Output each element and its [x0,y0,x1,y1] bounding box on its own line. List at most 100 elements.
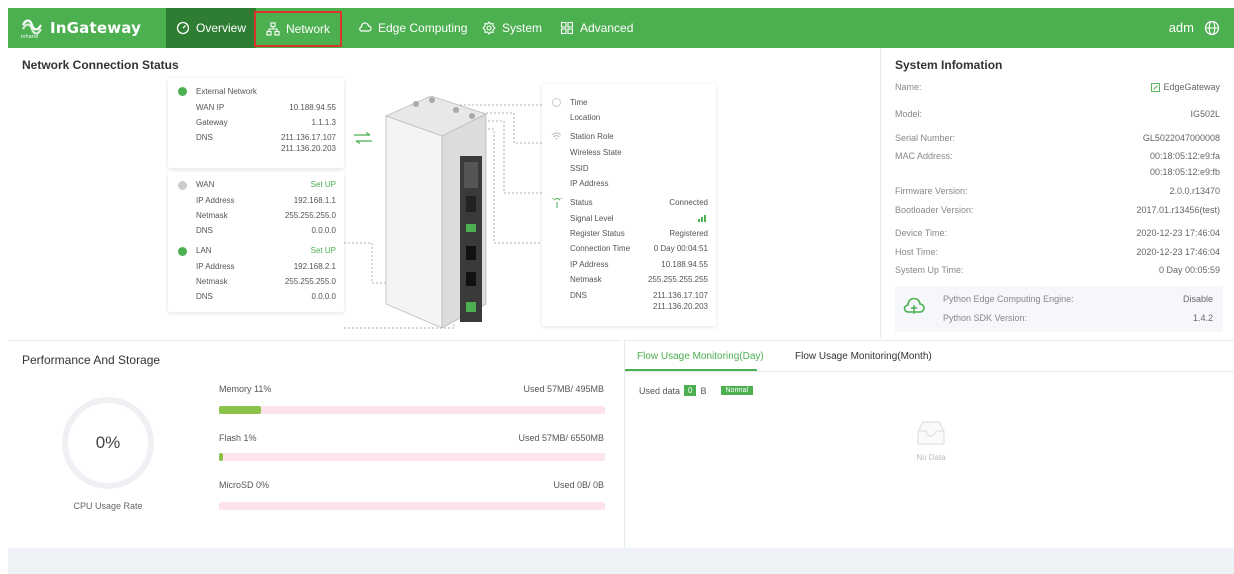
nav-overview[interactable]: Overview [166,8,257,48]
firmware-version-value: 2.0.0.r13470 [1169,186,1220,196]
nav-overview-label: Overview [196,21,247,35]
register-status-value: Registered [669,229,708,238]
user-menu[interactable]: adm [1169,20,1194,35]
nav-edge-computing[interactable]: Edge Computing [348,8,477,48]
flash-label: Flash 1% [219,433,257,443]
lan-netmask-value: 255.255.255.0 [284,277,336,286]
connection-time-label: Connection Time [570,244,631,253]
network-status-title: Network Connection Status [22,58,179,72]
wan-netmask-value: 255.255.255.0 [284,211,336,220]
mac-address-label: MAC Address: [895,151,953,161]
lan-icon [178,247,187,256]
mac-address-value-2: 00:18:05:12:e9:fb [1149,167,1220,177]
flash-bar [219,453,605,461]
cell-dns-label: DNS [570,291,587,300]
edit-icon [1151,82,1161,92]
nav-system-label: System [502,21,543,35]
used-data-value: 0 [684,385,697,396]
performance-title: Performance And Storage [22,353,161,367]
wan-dns-value: 0.0.0.0 [311,226,336,235]
engine-label: Python Edge Computing Engine: [943,294,1074,304]
tab-active-underline [625,369,757,371]
register-status-label: Register Status [570,229,625,238]
used-data-label: Used data [639,385,681,396]
wan-icon [178,181,187,190]
dns-value-2: 211.136.20.203 [280,144,336,153]
cell-ip-address-value: 10.188.94.55 [661,260,708,269]
device-time-label: Device Time: [895,228,948,238]
inhand-logo-icon: inhand [21,19,42,39]
sdk-version-value: 1.4.2 [1192,313,1213,323]
ssid-label: SSID [570,164,589,173]
system-up-time-value: 0 Day 00:05:59 [1158,265,1220,275]
wan-netmask-label: Netmask [196,211,228,220]
tab-flow-day[interactable]: Flow Usage Monitoring(Day) [637,351,764,362]
globe-icon[interactable] [1204,20,1220,36]
engine-cloud-icon [903,298,925,314]
dns-label: DNS [196,133,213,142]
cell-netmask-label: Netmask [570,275,602,284]
name-label: Name: [895,82,922,92]
flash-used: Used 57MB/ 6550MB [518,433,604,443]
wan-heading: WAN [196,180,215,189]
lan-ip-address-value: 192.168.2.1 [293,262,336,271]
memory-bar-fill [219,406,262,414]
wireless-status-card: Time Location Station Role Wireless Stat… [542,84,716,326]
cellular-antenna-icon [551,198,563,208]
nav-edge-computing-label: Edge Computing [378,21,468,35]
lan-ip-address-label: IP Address [196,262,235,271]
model-label: Model: [895,109,923,119]
microsd-bar [219,502,605,510]
used-data-row: Used data 0 B Normal [639,385,754,396]
nav-network-label: Network [286,22,331,36]
cell-dns-value-2: 211.136.20.203 [652,302,708,311]
mac-address-value-1: 00:18:05:12:e9:fa [1149,151,1220,161]
nav-system[interactable]: System [472,8,552,48]
empty-inbox-icon [917,421,945,445]
memory-bar [219,406,605,414]
gateway-value: 1.1.1.3 [311,118,336,127]
serial-number-value: GL5022047000008 [1142,133,1220,143]
connection-time-value: 0 Day 00:04:51 [653,244,708,253]
performance-panel: Performance And Storage 0% CPU Usage Rat… [8,340,620,548]
wifi-ip-address-label: IP Address [570,179,609,188]
gateway-device-image [384,96,488,328]
signal-level-label: Signal Level [570,214,614,223]
lan-dns-label: DNS [196,292,213,301]
wan-dns-label: DNS [196,226,213,235]
engine-value: Disable [1182,294,1213,304]
device-name-link[interactable]: EdgeGateway [1151,82,1220,92]
nav-advanced[interactable]: Advanced [550,8,643,48]
nav-network[interactable]: Network [254,11,343,47]
lan-heading: LAN [196,246,212,255]
brand-name: InGateway [50,19,142,37]
wan-ip-address-label: IP Address [196,196,235,205]
status-badge: Normal [720,386,754,395]
cell-status-value: Connected [669,198,708,207]
system-info-title: System Infomation [895,58,1003,72]
nav-advanced-label: Advanced [580,21,634,35]
microsd-used: Used 0B/ 0B [553,480,604,490]
system-info-panel: System Infomation Name: EdgeGateway Mode… [880,48,1234,338]
location-label: Location [570,113,601,122]
network-status-panel: Network Connection Status External Netwo… [8,48,876,338]
lan-netmask-label: Netmask [196,277,228,286]
cell-status-label: Status [570,198,593,207]
cpu-usage-label: CPU Usage Rate [73,501,143,511]
tab-flow-month[interactable]: Flow Usage Monitoring(Month) [795,351,932,362]
dns-value-1: 211.136.17.107 [280,133,336,142]
tab-divider [625,371,1234,372]
firmware-version-label: Firmware Version: [895,186,968,196]
grid-icon [560,21,574,35]
station-role-label: Station Role [570,132,614,141]
microsd-label: MicroSD 0% [219,480,270,490]
footer-bar [8,548,1234,574]
wan-ip-value: 10.188.94.55 [289,103,336,112]
external-network-heading: External Network [196,87,257,96]
cell-dns-value-1: 211.136.17.107 [652,291,708,300]
device-name-value: EdgeGateway [1163,82,1220,92]
signal-bars-icon [698,215,706,222]
brand-logo[interactable]: inhand InGateway [20,16,141,40]
serial-number-label: Serial Number: [895,133,956,143]
memory-label: Memory 11% [219,384,272,394]
